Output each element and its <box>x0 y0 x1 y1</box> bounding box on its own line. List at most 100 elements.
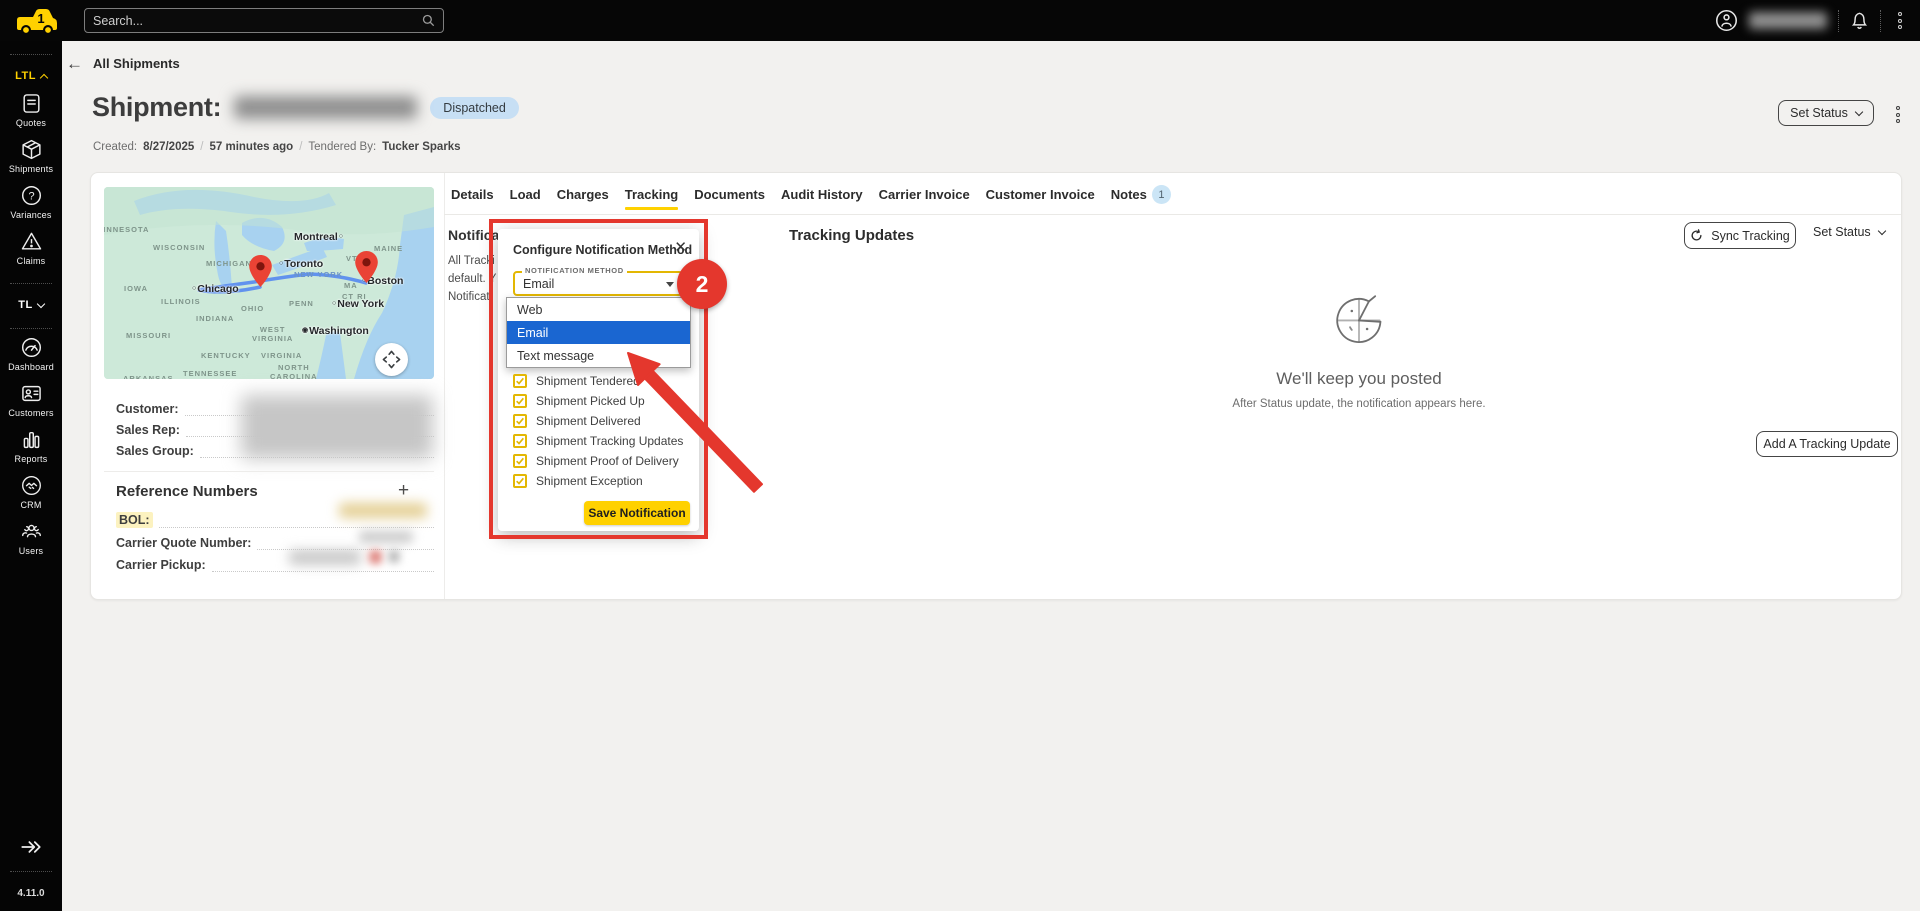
add-reference-button[interactable]: + <box>398 481 409 500</box>
users-group-icon <box>21 524 41 538</box>
redacted-pickup-value <box>289 550 361 565</box>
breadcrumb-label[interactable]: All Shipments <box>93 56 180 71</box>
chevron-up-icon <box>39 73 49 82</box>
map-state-label: WEST VIRGINIA <box>252 325 294 344</box>
checkbox-shipment-delivered[interactable]: Shipment Delivered <box>513 414 641 428</box>
tab-documents[interactable]: Documents <box>694 187 765 208</box>
checkbox-checked-icon <box>513 394 527 408</box>
sidebar-group-ltl[interactable]: LTL <box>15 70 49 82</box>
sidebar-item-quotes[interactable]: Quotes <box>0 92 62 128</box>
checkbox-shipment-picked-up[interactable]: Shipment Picked Up <box>513 394 645 408</box>
option-web[interactable]: Web <box>507 298 690 321</box>
checkbox-shipment-tendered[interactable]: Shipment Tendered <box>513 374 640 388</box>
set-status-button[interactable]: Set Status <box>1778 100 1874 126</box>
breadcrumb: ← All Shipments <box>66 55 180 72</box>
map-city-label: Chicago <box>192 283 238 295</box>
field-carrier-pickup: Carrier Pickup: <box>116 555 434 572</box>
select-value: Email <box>523 276 555 291</box>
group-ltl-label: LTL <box>15 70 36 82</box>
tab-charges[interactable]: Charges <box>557 187 609 208</box>
map-city-label: Montreal <box>294 231 343 243</box>
sync-tracking-button[interactable]: Sync Tracking <box>1684 222 1796 249</box>
divider <box>10 871 52 872</box>
map-state-label: NORTH CAROLINA <box>270 363 318 379</box>
bar-chart-icon <box>23 431 39 449</box>
close-icon[interactable]: ✕ <box>674 238 687 256</box>
divider <box>10 54 52 55</box>
select-floating-label: NOTIFICATION METHOD <box>522 266 627 275</box>
route-map[interactable]: MINNESOTA WISCONSIN MICHIGAN IOWA ILLINO… <box>104 187 434 379</box>
sidebar-item-reports[interactable]: Reports <box>0 428 62 464</box>
map-state-label: INDIANA <box>196 314 235 323</box>
id-card-icon <box>21 385 41 402</box>
sidebar: LTL Quotes Shipments ? Variances Claims … <box>0 41 62 911</box>
sidebar-item-crm[interactable]: CRM <box>0 474 62 510</box>
map-state-label: MISSOURI <box>126 331 172 340</box>
notification-method-select[interactable]: NOTIFICATION METHOD Email <box>513 266 683 296</box>
app-root: 1 Search... LTL Quotes Shipments ? Varia… <box>0 0 1920 911</box>
tracking-set-status-button[interactable]: Set Status <box>1813 225 1886 239</box>
map-state-label: MAINE <box>374 244 404 253</box>
checkbox-checked-icon <box>513 414 527 428</box>
sidebar-item-claims[interactable]: Claims <box>0 230 62 266</box>
tab-load[interactable]: Load <box>510 187 541 208</box>
redacted-pickup-icon-gray <box>388 550 400 563</box>
expand-arrows-icon <box>382 350 401 369</box>
tab-customer-invoice[interactable]: Customer Invoice <box>986 187 1095 208</box>
sidebar-item-variances[interactable]: ? Variances <box>0 184 62 220</box>
sync-icon <box>1691 229 1702 241</box>
map-city-label: Washington <box>302 325 369 337</box>
handshake-circle-icon <box>21 476 41 495</box>
app-logo-truck-icon[interactable]: 1 <box>13 6 59 36</box>
sidebar-item-customers[interactable]: Customers <box>0 382 62 418</box>
checkbox-shipment-exception[interactable]: Shipment Exception <box>513 474 643 488</box>
tab-details[interactable]: Details <box>451 187 494 208</box>
sidebar-item-dashboard[interactable]: Dashboard <box>0 336 62 372</box>
back-arrow-icon[interactable]: ← <box>66 55 83 72</box>
topbar-kebab-menu-icon[interactable] <box>1892 8 1908 33</box>
sidebar-item-shipments[interactable]: Shipments <box>0 138 62 174</box>
user-avatar-icon[interactable] <box>1715 9 1738 32</box>
checkbox-shipment-tracking-updates[interactable]: Shipment Tracking Updates <box>513 434 683 448</box>
search-input[interactable] <box>93 13 422 28</box>
notification-method-dropdown: Web Email Text message <box>506 297 691 368</box>
notifications-bell-icon[interactable] <box>1850 11 1869 30</box>
status-badge: Dispatched <box>430 96 519 119</box>
chevron-down-icon <box>1854 107 1864 117</box>
notifications-text: default. Y <box>448 273 497 285</box>
notifications-text: Notificat <box>448 291 490 303</box>
map-state-label: KENTUCKY <box>201 351 251 360</box>
divider <box>1838 9 1839 32</box>
tab-tracking[interactable]: Tracking <box>624 187 679 210</box>
checkbox-shipment-proof-of-delivery[interactable]: Shipment Proof of Delivery <box>513 454 679 468</box>
map-expand-button[interactable] <box>375 343 408 376</box>
reference-numbers-heading: Reference Numbers <box>116 483 258 500</box>
tab-audit-history[interactable]: Audit History <box>781 187 863 208</box>
divider <box>104 471 434 472</box>
map-city-label: Toronto <box>279 258 323 270</box>
map-state-label: TENNESSEE <box>183 369 238 378</box>
notifications-text: All Tracki <box>448 255 495 267</box>
empty-state-title: We'll keep you posted <box>1276 369 1442 388</box>
sidebar-expand-icon[interactable] <box>19 835 43 859</box>
shipment-meta: Created: 8/27/2025 / 57 minutes ago / Te… <box>93 141 461 153</box>
divider <box>444 173 445 599</box>
header-kebab-menu-icon[interactable] <box>1890 102 1906 127</box>
sidebar-group-tl[interactable]: TL <box>18 299 45 311</box>
radar-icon <box>1336 295 1382 343</box>
shipment-header: Shipment: Dispatched <box>92 92 519 123</box>
map-state-label: WISCONSIN <box>153 243 206 252</box>
map-state-label: NEW YORK <box>294 270 344 279</box>
option-email[interactable]: Email <box>507 321 690 344</box>
option-text-message[interactable]: Text message <box>507 344 690 367</box>
map-state-label: PENN <box>289 299 314 308</box>
map-state-label: MINNESOTA <box>104 225 150 234</box>
tracking-empty-state: We'll keep you posted After Status updat… <box>1179 293 1539 410</box>
map-state-label: IOWA <box>124 284 148 293</box>
tab-notes[interactable]: Notes 1 <box>1111 185 1171 210</box>
empty-state-subtitle: After Status update, the notification ap… <box>1232 398 1486 410</box>
add-tracking-update-button[interactable]: Add A Tracking Update <box>1756 431 1898 457</box>
save-notification-button[interactable]: Save Notification <box>584 501 690 525</box>
sidebar-item-users[interactable]: Users <box>0 520 62 556</box>
tab-carrier-invoice[interactable]: Carrier Invoice <box>879 187 970 208</box>
